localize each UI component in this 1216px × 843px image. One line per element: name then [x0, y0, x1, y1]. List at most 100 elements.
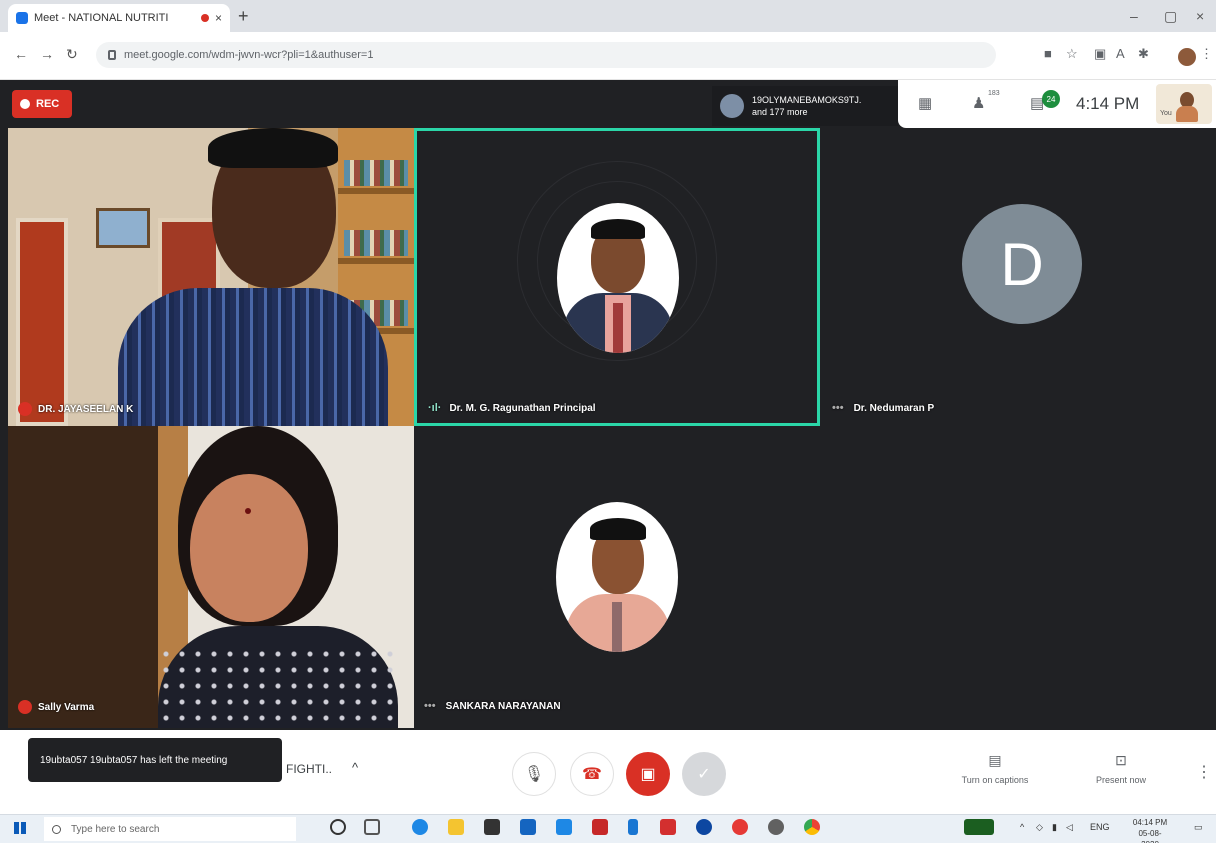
tile-label-sally: Sally Varma	[18, 700, 94, 714]
url-text: meet.google.com/wdm-jwvn-wcr?pli=1&authu…	[124, 49, 374, 61]
search-placeholder: Type here to search	[71, 823, 160, 835]
extension-font-icon[interactable]: A	[1116, 46, 1125, 61]
settings-gear-icon[interactable]	[768, 819, 784, 835]
video-tile-sally[interactable]	[8, 426, 414, 728]
browser-tab[interactable]: Meet - NATIONAL NUTRITI ×	[8, 4, 230, 32]
profile-avatar[interactable]	[1178, 48, 1196, 66]
tile-label-ragunathan: ·ıl· Dr. M. G. Ragunathan Principal	[428, 402, 596, 414]
more-options-icon[interactable]: ⋮	[1196, 762, 1212, 782]
speaking-indicator-icon: ·ıl·	[428, 402, 442, 414]
camera-off-button[interactable]: ▣	[626, 752, 670, 796]
microphone-button[interactable]: 🎙︎	[512, 752, 556, 796]
taskbar-date: 05-08-2020	[1138, 829, 1162, 843]
people-icon[interactable]: ♟	[972, 94, 985, 112]
participant-top-pattern	[158, 646, 398, 726]
wall-picture	[96, 208, 150, 248]
chat-count-badge: 24	[1042, 90, 1060, 108]
url-bar[interactable]: meet.google.com/wdm-jwvn-wcr?pli=1&authu…	[96, 42, 996, 68]
audio-dots-icon: •••	[832, 402, 844, 414]
network-icon[interactable]: ◇	[1036, 822, 1043, 833]
rec-label: REC	[36, 98, 60, 110]
store-icon[interactable]	[484, 819, 500, 835]
edge-browser-icon[interactable]	[412, 819, 428, 835]
presenter-pill[interactable]: 19OLYMANEBAMOKS9TJ. and 177 more	[712, 86, 898, 126]
app-shield-icon[interactable]	[592, 819, 608, 835]
notification-toast: 19ubta057 19ubta057 has left the meeting	[28, 738, 282, 782]
battery-icon[interactable]: ▮	[1052, 822, 1057, 833]
task-view-icon[interactable]	[364, 819, 380, 835]
minimize-button[interactable]: –	[1130, 8, 1138, 24]
letter-avatar: D	[962, 204, 1082, 324]
tab-close-icon[interactable]: ×	[215, 11, 222, 25]
mic-off-icon	[18, 402, 32, 416]
bookmark-star-icon[interactable]: ☆	[1066, 46, 1078, 62]
video-tile-nedumaran[interactable]: D	[820, 128, 1216, 426]
present-label: Present now	[1095, 775, 1147, 785]
hang-up-icon: ☎︎	[582, 766, 602, 783]
chevron-up-icon[interactable]: ^	[352, 760, 358, 775]
record-dot-icon	[20, 99, 30, 109]
participant-photo	[557, 203, 679, 353]
new-tab-button[interactable]: +	[238, 6, 249, 27]
app-l-icon[interactable]	[556, 819, 572, 835]
file-explorer-icon[interactable]	[448, 819, 464, 835]
grid-layout-icon[interactable]: ▦	[918, 94, 932, 112]
tray-chevron-icon[interactable]: ^	[1020, 822, 1024, 832]
app-circle-icon[interactable]	[696, 819, 712, 835]
photo-hair	[591, 219, 645, 239]
participant-name: DR. JAYASEELAN K	[38, 403, 134, 415]
participant-name: Dr. Nedumaran P	[853, 402, 935, 414]
captions-icon: ▤	[988, 752, 1002, 768]
camera-indicator-icon[interactable]: ■	[1044, 46, 1052, 61]
volume-icon[interactable]: ◁	[1066, 822, 1073, 833]
maximize-button[interactable]: ▢	[1164, 8, 1177, 25]
presenter-avatar	[720, 94, 744, 118]
app-bar-icon[interactable]	[628, 819, 638, 835]
audio-dots-icon: •••	[424, 700, 436, 712]
present-now-button[interactable]: ⊡ Present now	[1076, 752, 1166, 785]
office-icon[interactable]	[660, 819, 676, 835]
meet-favicon-icon	[16, 12, 28, 24]
mail-icon[interactable]	[520, 819, 536, 835]
background-door	[16, 218, 68, 426]
extension-translate-icon[interactable]: ▣	[1094, 46, 1106, 62]
leave-call-button[interactable]: ☎︎	[570, 752, 614, 796]
forward-arrow-icon[interactable]: →	[40, 46, 54, 62]
address-bar-row: ← → ↻ meet.google.com/wdm-jwvn-wcr?pli=1…	[0, 32, 1216, 80]
reload-icon[interactable]: ↻	[66, 46, 78, 63]
captions-label: Turn on captions	[961, 775, 1029, 785]
meeting-clock: 4:14 PM	[1076, 94, 1140, 113]
browser-menu-icon[interactable]: ⋮	[1200, 46, 1213, 62]
self-view-body	[1176, 106, 1198, 122]
back-arrow-icon[interactable]: ←	[14, 46, 28, 62]
participant-photo	[556, 502, 678, 652]
taskbar-search[interactable]: Type here to search	[44, 817, 296, 841]
tray-app-icon[interactable]	[964, 819, 994, 835]
captions-button[interactable]: ▤ Turn on captions	[950, 752, 1040, 785]
app-flower-icon[interactable]	[732, 819, 748, 835]
cortana-icon[interactable]	[330, 819, 346, 835]
camera-off-icon: ▣	[640, 766, 656, 783]
extensions-puzzle-icon[interactable]: ✱	[1138, 46, 1149, 62]
meeting-title[interactable]: FIGHTI..	[286, 762, 332, 776]
check-icon: ✓	[697, 766, 711, 783]
notifications-icon[interactable]: ▭	[1194, 822, 1203, 833]
tile-label-sankara: ••• SANKARA NARAYANAN	[424, 700, 561, 712]
language-indicator[interactable]: ENG	[1090, 822, 1110, 832]
video-tile-ragunathan[interactable]	[414, 128, 820, 426]
confirm-button[interactable]: ✓	[682, 752, 726, 796]
browser-tab-strip: Meet - NATIONAL NUTRITI × + – ▢ ×	[0, 0, 1216, 32]
taskbar-clock[interactable]: 04:14 PM 05-08-2020	[1130, 817, 1170, 843]
lock-icon	[108, 50, 116, 60]
you-label: You	[1160, 110, 1172, 117]
close-window-button[interactable]: ×	[1196, 8, 1204, 24]
video-tile-jayaseelan[interactable]	[8, 128, 414, 426]
participant-shirt	[118, 288, 388, 426]
self-view-tile[interactable]: You	[1156, 84, 1212, 124]
present-icon: ⊡	[1115, 752, 1127, 768]
chrome-icon[interactable]	[804, 819, 820, 835]
participant-bindi	[245, 508, 251, 514]
windows-start-icon[interactable]	[14, 822, 26, 834]
video-tile-sankara[interactable]	[414, 426, 820, 728]
tile-label-jayaseelan: DR. JAYASEELAN K	[18, 402, 133, 416]
